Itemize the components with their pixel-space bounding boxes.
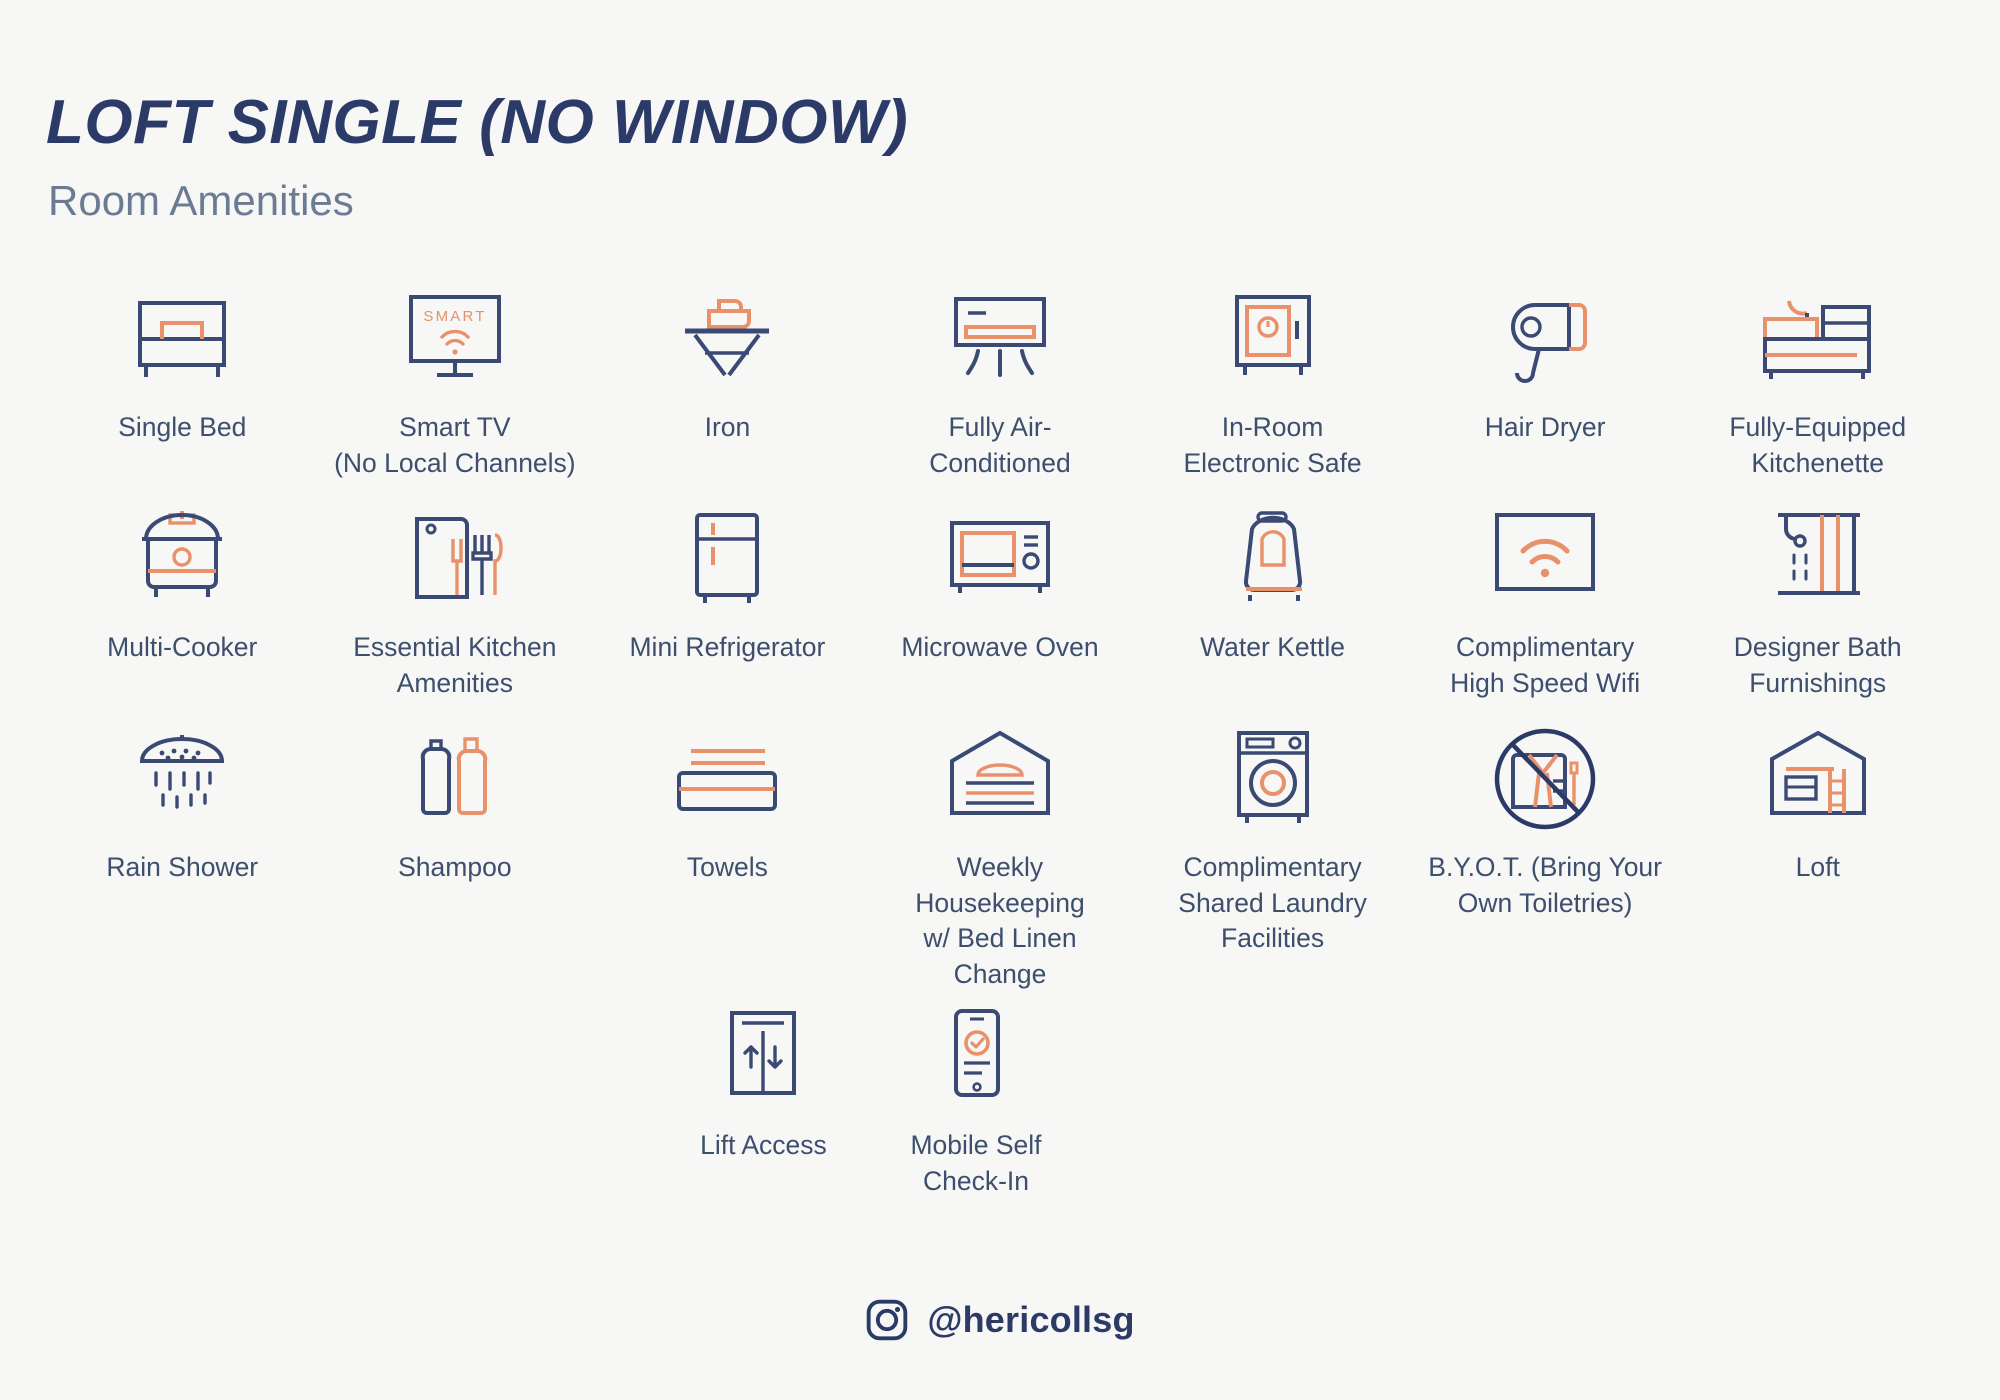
amenity-label: Single Bed (118, 412, 247, 443)
no-toiletries-icon (1475, 718, 1615, 836)
microwave-oven-icon (930, 498, 1070, 616)
svg-text:SMART: SMART (423, 308, 486, 325)
amenities-grid: Single Bed SMART Smart TV (No Local Chan… (46, 278, 1954, 992)
amenity-item: B.Y.O.T. (Bring Your Own Toiletries) (1409, 718, 1682, 992)
amenities-grid-row-4: Lift Access Mobile Self Check-In (46, 996, 1954, 1208)
mini-refrigerator-icon (657, 498, 797, 616)
amenity-label: Hair Dryer (1484, 412, 1606, 443)
amenity-item: Complimentary Shared Laundry Facilities (1136, 718, 1409, 992)
amenity-label: Essential Kitchen Amenities (353, 632, 557, 698)
footer: @hericollsg (0, 1298, 2000, 1342)
amenity-item: In-Room Electronic Safe (1136, 278, 1409, 490)
amenity-label: Fully-Equipped Kitchenette (1729, 412, 1907, 478)
amenity-label: Shampoo (398, 852, 512, 883)
amenities-infographic: LOFT SINGLE (NO WINDOW) Room Amenities S… (0, 0, 2000, 1400)
amenity-label: Microwave Oven (901, 632, 1099, 663)
amenity-item: Towels (591, 718, 864, 992)
amenity-item: Weekly Housekeeping w/ Bed Linen Change (864, 718, 1137, 992)
mobile-check-in-icon (906, 996, 1046, 1114)
kitchenette-icon (1748, 278, 1888, 396)
amenity-item: Single Bed (46, 278, 319, 490)
amenity-item: Shampoo (319, 718, 592, 992)
water-kettle-icon (1203, 498, 1343, 616)
amenity-label: Multi-Cooker (107, 632, 258, 663)
iron-icon (657, 278, 797, 396)
rain-shower-icon (112, 718, 252, 836)
amenity-item: Iron (591, 278, 864, 490)
kitchen-utensils-icon (385, 498, 525, 616)
electronic-safe-icon (1203, 278, 1343, 396)
instagram-handle[interactable]: @hericollsg (927, 1299, 1134, 1341)
amenity-item: Microwave Oven (864, 498, 1137, 710)
amenity-label: Mini Refrigerator (629, 632, 826, 663)
amenity-item: Essential Kitchen Amenities (319, 498, 592, 710)
amenity-label: Weekly Housekeeping w/ Bed Linen Change (915, 852, 1085, 989)
amenity-item: Loft (1681, 718, 1954, 992)
amenity-label: Designer Bath Furnishings (1733, 632, 1902, 698)
amenity-item: Designer Bath Furnishings (1681, 498, 1954, 710)
amenity-item: Complimentary High Speed Wifi (1409, 498, 1682, 710)
air-conditioner-icon (930, 278, 1070, 396)
bath-furnishings-icon (1748, 498, 1888, 616)
amenity-label: Loft (1795, 852, 1840, 883)
amenity-item: Hair Dryer (1409, 278, 1682, 490)
amenity-item: Rain Shower (46, 718, 319, 992)
amenity-label: Smart TV (No Local Channels) (334, 412, 576, 478)
amenity-label: Towels (686, 852, 768, 883)
amenity-label: Lift Access (700, 1130, 827, 1161)
amenity-label: Iron (704, 412, 751, 443)
multi-cooker-icon (112, 498, 252, 616)
wifi-icon (1475, 498, 1615, 616)
amenity-label: Rain Shower (106, 852, 259, 883)
amenity-label: Complimentary High Speed Wifi (1450, 632, 1641, 698)
amenity-item: Fully Air- Conditioned (864, 278, 1137, 490)
header: LOFT SINGLE (NO WINDOW) Room Amenities (46, 0, 1954, 226)
housekeeping-bed-icon (930, 718, 1070, 836)
amenity-label: Mobile Self Check-In (910, 1130, 1042, 1196)
amenity-item: Multi-Cooker (46, 498, 319, 710)
amenity-item: Water Kettle (1136, 498, 1409, 710)
page-subtitle: Room Amenities (48, 177, 354, 224)
amenity-label: In-Room Electronic Safe (1183, 412, 1362, 478)
amenity-label: Fully Air- Conditioned (929, 412, 1071, 478)
smart-tv-icon: SMART (385, 278, 525, 396)
instagram-icon[interactable] (865, 1298, 909, 1342)
amenity-label: Water Kettle (1200, 632, 1345, 663)
towels-icon (657, 718, 797, 836)
hair-dryer-icon (1475, 278, 1615, 396)
page-title: LOFT SINGLE (NO WINDOW) (46, 88, 909, 157)
shampoo-bottles-icon (385, 718, 525, 836)
washing-machine-icon (1203, 718, 1343, 836)
amenity-label: B.Y.O.T. (Bring Your Own Toiletries) (1428, 852, 1662, 918)
amenity-item: Mini Refrigerator (591, 498, 864, 710)
amenity-label: Complimentary Shared Laundry Facilities (1178, 852, 1367, 954)
amenity-item: Mobile Self Check-In (840, 996, 1113, 1208)
amenity-item: Fully-Equipped Kitchenette (1681, 278, 1954, 490)
lift-access-icon (693, 996, 833, 1114)
single-bed-icon (112, 278, 252, 396)
loft-house-icon (1748, 718, 1888, 836)
amenity-item: SMART Smart TV (No Local Channels) (319, 278, 592, 490)
